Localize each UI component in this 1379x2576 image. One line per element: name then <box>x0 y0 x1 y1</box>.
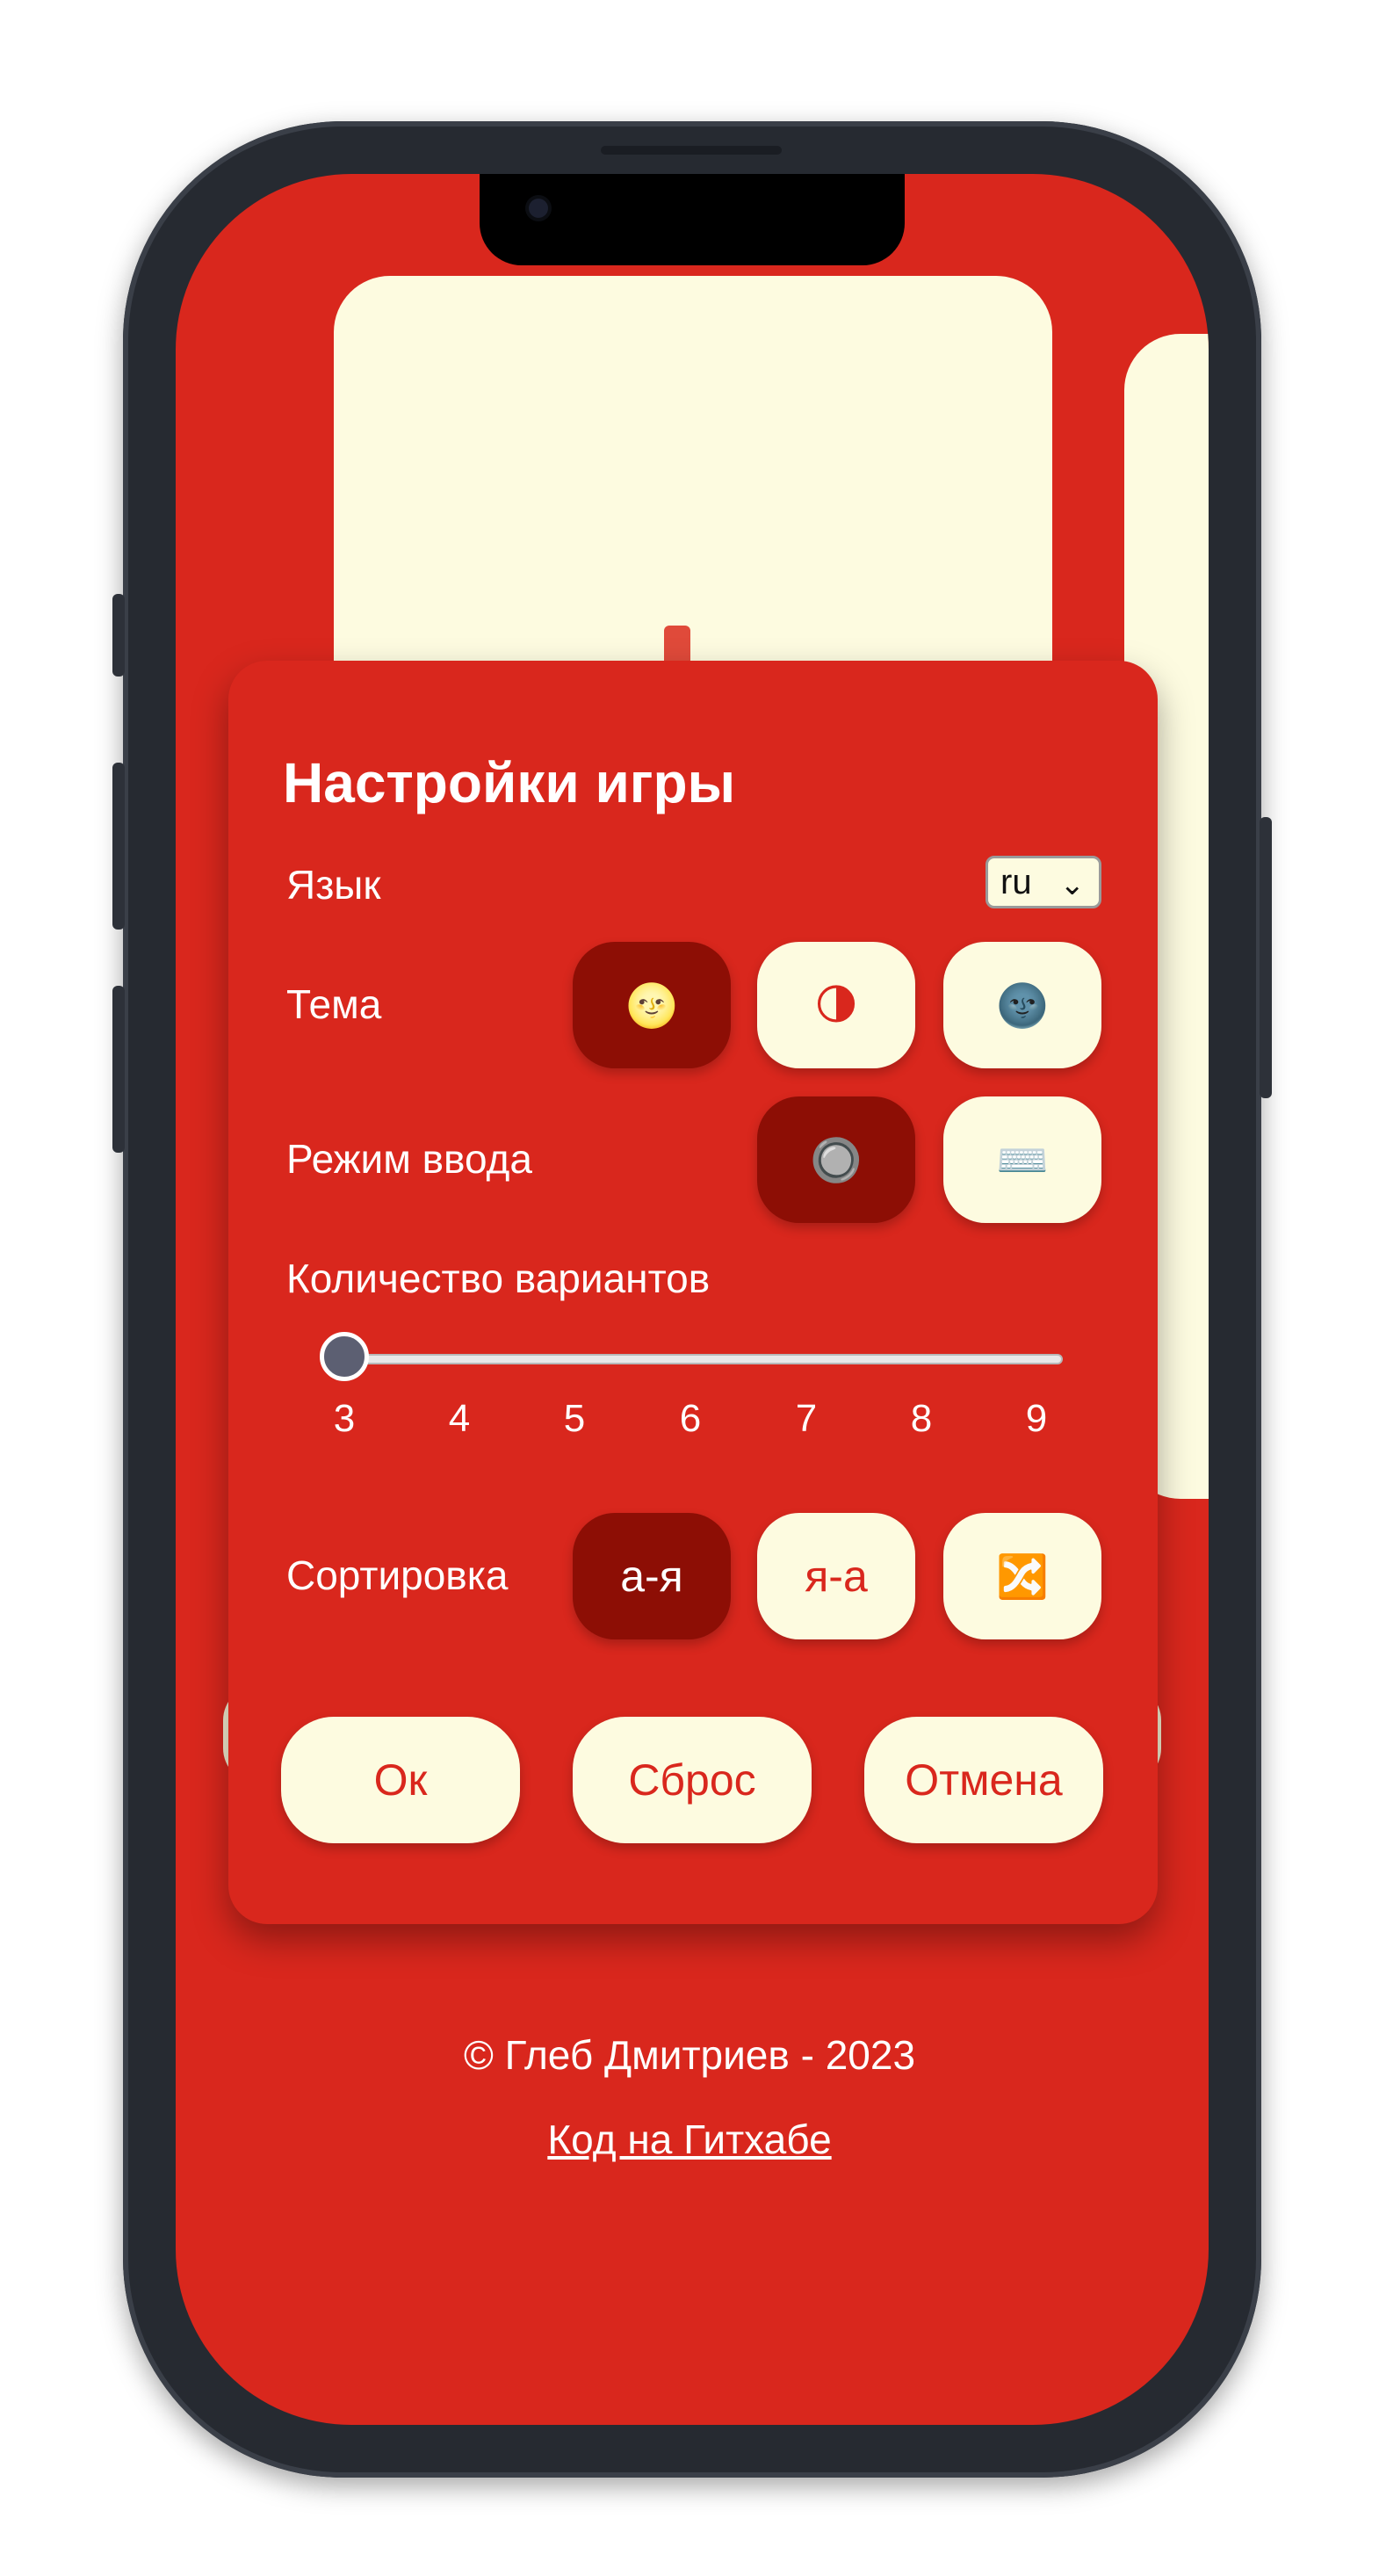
volume-up-button <box>112 763 125 930</box>
cancel-button[interactable]: Отмена <box>864 1717 1103 1843</box>
keyboard-icon: ⌨️ <box>996 1137 1049 1184</box>
input-mode-label: Режим ввода <box>286 1136 532 1182</box>
notch <box>480 174 905 265</box>
language-label: Язык <box>286 862 381 908</box>
theme-dark-button[interactable]: 🌚 <box>943 942 1101 1068</box>
slider-tick: 4 <box>448 1397 471 1440</box>
front-camera <box>529 199 548 218</box>
language-select[interactable]: ru ⌄ <box>986 856 1101 908</box>
theme-label: Тема <box>286 981 382 1027</box>
volume-down-button <box>112 986 125 1153</box>
sorting-label: Сортировка <box>286 1552 509 1598</box>
github-link[interactable]: Код на Гитхабе <box>547 2117 831 2162</box>
slider-tick: 5 <box>563 1397 586 1440</box>
slider-tick: 7 <box>795 1397 818 1440</box>
chevron-down-icon: ⌄ <box>1059 868 1086 901</box>
speaker-grille <box>601 146 782 155</box>
language-value: ru <box>1000 862 1032 901</box>
variants-slider-track[interactable] <box>344 1354 1063 1364</box>
sort-asc-button[interactable]: а-я <box>573 1513 731 1639</box>
slider-tick: 3 <box>333 1397 356 1440</box>
slider-tick: 8 <box>910 1397 933 1440</box>
settings-title: Настройки игры <box>283 751 736 814</box>
github-link-container: Код на Гитхабе <box>0 2116 1379 2163</box>
settings-modal: Настройки игры Язык ru ⌄ Тема 🌝 🌗 🌚 Режи… <box>228 661 1158 1924</box>
ok-button[interactable]: Ок <box>281 1717 520 1843</box>
reset-button[interactable]: Сброс <box>573 1717 812 1843</box>
half-moon-icon: 🌗 <box>813 982 859 1029</box>
theme-auto-button[interactable]: 🌗 <box>757 942 915 1068</box>
sort-desc-button[interactable]: я-а <box>757 1513 915 1639</box>
variants-slider-thumb[interactable] <box>320 1332 369 1381</box>
silent-switch <box>112 594 125 677</box>
radio-button-icon: 🔘 <box>810 1137 863 1184</box>
slider-tick: 9 <box>1025 1397 1048 1440</box>
shuffle-icon: 🔀 <box>996 1553 1049 1601</box>
sort-shuffle-button[interactable]: 🔀 <box>943 1513 1101 1639</box>
input-mode-keyboard-button[interactable]: ⌨️ <box>943 1096 1101 1223</box>
power-button <box>1260 817 1272 1098</box>
theme-light-button[interactable]: 🌝 <box>573 942 731 1068</box>
slider-tick: 6 <box>679 1397 702 1440</box>
sort-desc-label: я-а <box>805 1552 868 1601</box>
input-mode-choice-button[interactable]: 🔘 <box>757 1096 915 1223</box>
new-moon-face-icon: 🌚 <box>996 982 1049 1030</box>
copyright-text: © Глеб Дмитриев - 2023 <box>463 2032 916 2078</box>
sort-asc-label: а-я <box>620 1552 683 1601</box>
variants-label: Количество вариантов <box>286 1255 711 1301</box>
full-moon-face-icon: 🌝 <box>625 982 678 1030</box>
